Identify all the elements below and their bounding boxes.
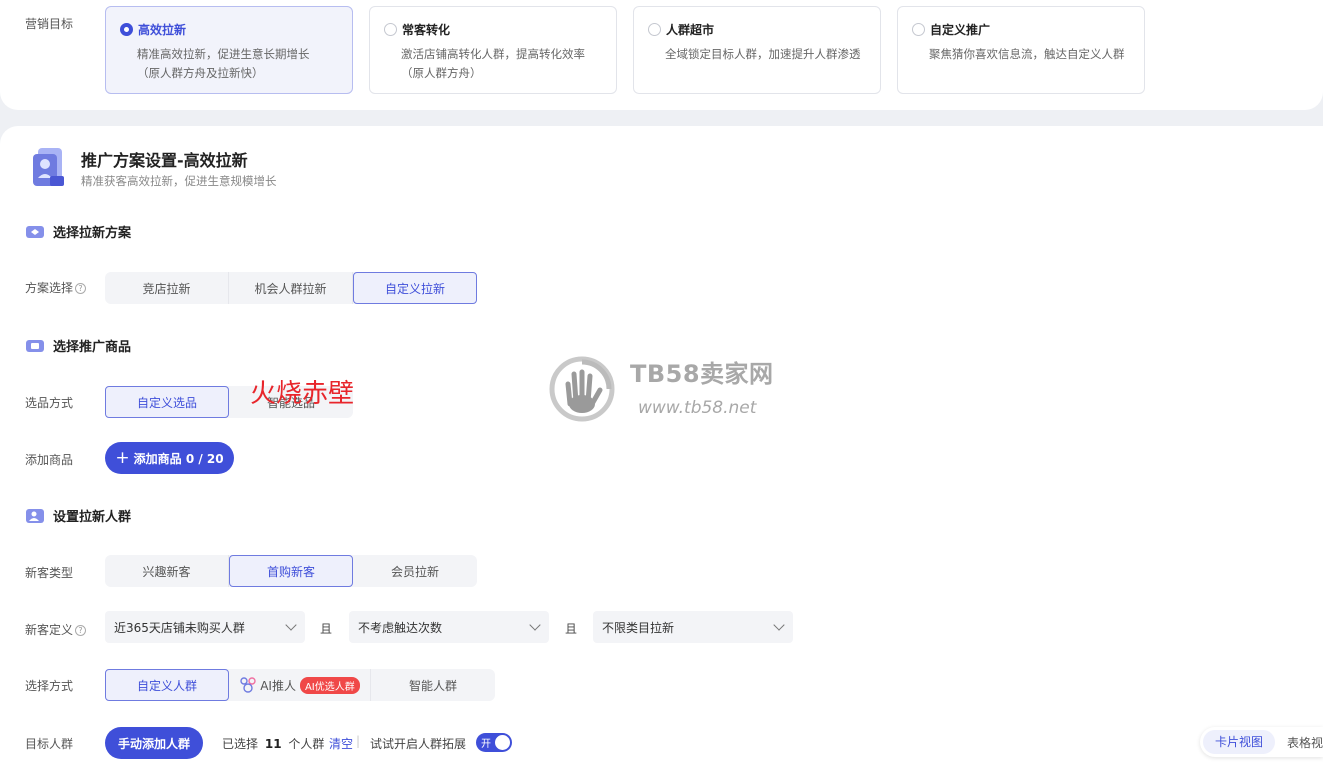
- definition-select-period[interactable]: 近365天店铺未购买人群: [105, 611, 305, 643]
- method-option-smart[interactable]: 智能人群: [371, 669, 495, 701]
- radio-selected-icon[interactable]: [120, 23, 133, 36]
- goal-desc-note: （原人群方舟及拉新快）: [137, 66, 264, 80]
- and-connector: 且: [565, 622, 578, 636]
- type-option-first-purchase[interactable]: 首购新客: [229, 555, 353, 587]
- type-option-interest[interactable]: 兴趣新客: [105, 555, 229, 587]
- table-view-tab[interactable]: 表格视: [1275, 734, 1323, 751]
- customer-type-label: 新客类型: [25, 566, 74, 580]
- and-connector: 且: [320, 622, 333, 636]
- radio-icon[interactable]: [912, 23, 925, 36]
- marketing-goal-label: 营销目标: [25, 17, 74, 31]
- definition-select-category[interactable]: 不限类目拉新: [593, 611, 793, 643]
- goal-card-custom-promotion[interactable]: 自定义推广 聚焦猜你喜欢信息流，触达自定义人群: [897, 6, 1145, 94]
- plan-document-icon: [33, 148, 64, 186]
- help-icon[interactable]: ?: [75, 283, 87, 294]
- chevron-down-icon: [529, 619, 541, 631]
- definition-select-reach[interactable]: 不考虑触达次数: [349, 611, 549, 643]
- watermark: TB58卖家网 www.tb58.net: [548, 354, 788, 424]
- card-view-tab[interactable]: 卡片视图: [1203, 730, 1276, 754]
- watermark-name: TB58卖家网: [630, 360, 774, 388]
- section-title: 选择推广商品: [53, 340, 132, 355]
- method-option-custom[interactable]: 自定义人群: [105, 669, 229, 701]
- add-product-label: 添加商品: [25, 453, 74, 467]
- hand-logo-icon: [549, 356, 615, 422]
- goal-title: 人群超市: [666, 23, 715, 37]
- clear-link[interactable]: 清空: [329, 735, 353, 752]
- ticket-icon: [26, 225, 44, 238]
- page-subtitle: 精准获客高效拉新，促进生意规模增长: [81, 174, 277, 188]
- expand-audience-toggle[interactable]: 开: [476, 733, 512, 752]
- goal-desc: 全域锁定目标人群，加速提升人群渗透: [665, 47, 861, 61]
- watermark-url: www.tb58.net: [638, 398, 757, 418]
- section-header-scheme: 选择拉新方案: [25, 222, 131, 241]
- chevron-down-icon: [773, 619, 785, 631]
- type-option-member[interactable]: 会员拉新: [353, 555, 477, 587]
- goal-card-efficient-acquisition[interactable]: 高效拉新 精准高效拉新，促进生意长期增长 （原人群方舟及拉新快）: [105, 6, 353, 94]
- pick-option-custom[interactable]: 自定义选品: [105, 386, 229, 418]
- add-product-button[interactable]: + 添加商品 0 / 20: [105, 442, 234, 474]
- scheme-option-opportunity[interactable]: 机会人群拉新: [229, 272, 353, 304]
- goal-card-regular-conversion[interactable]: 常客转化 激活店铺高转化人群，提高转化效率 （原人群方舟）: [369, 6, 617, 94]
- goal-desc: 聚焦猜你喜欢信息流，触达自定义人群: [929, 47, 1125, 61]
- section-header-audience: 设置拉新人群: [25, 506, 131, 525]
- selected-summary: 已选择 11 个人群: [222, 737, 325, 751]
- pick-method-label: 选品方式: [25, 396, 74, 410]
- target-audience-label: 目标人群: [25, 737, 74, 751]
- scheme-label: 方案选择?: [25, 279, 87, 296]
- goal-card-crowd-market[interactable]: 人群超市 全域锁定目标人群，加速提升人群渗透: [633, 6, 881, 94]
- select-method-label: 选择方式: [25, 679, 74, 693]
- select-method-selector: 自定义人群 AI推人 AI优选人群 智能人群: [105, 669, 495, 701]
- product-icon: [26, 339, 44, 352]
- view-switch: 卡片视图 表格视: [1200, 727, 1323, 757]
- section-title: 设置拉新人群: [53, 510, 132, 525]
- radio-icon[interactable]: [384, 23, 397, 36]
- ai-badge: AI优选人群: [299, 676, 360, 694]
- goal-title: 常客转化: [402, 23, 451, 37]
- plus-icon: +: [115, 448, 130, 468]
- goal-title: 自定义推广: [930, 23, 991, 37]
- manual-add-audience-button[interactable]: 手动添加人群: [105, 727, 203, 759]
- page-title: 推广方案设置-高效拉新: [81, 151, 248, 170]
- goal-desc: 激活店铺高转化人群，提高转化效率: [401, 47, 585, 61]
- goal-desc: 精准高效拉新，促进生意长期增长: [137, 47, 310, 61]
- scheme-option-custom[interactable]: 自定义拉新: [353, 272, 477, 304]
- goal-title: 高效拉新: [138, 23, 187, 37]
- section-header-products: 选择推广商品: [25, 336, 131, 355]
- radio-icon[interactable]: [648, 23, 661, 36]
- divider: |: [356, 734, 361, 748]
- method-ai-label: AI推人: [260, 678, 296, 693]
- chevron-down-icon: [285, 619, 297, 631]
- scheme-selector: 竞店拉新 机会人群拉新 自定义拉新: [105, 272, 477, 304]
- help-icon[interactable]: ?: [75, 625, 87, 636]
- add-product-button-label: 添加商品 0 / 20: [133, 451, 224, 466]
- method-option-ai[interactable]: AI推人 AI优选人群: [229, 669, 371, 701]
- selected-count: 11: [264, 737, 282, 751]
- audience-icon: [26, 508, 44, 523]
- overlay-stamp-text: 火烧赤壁: [250, 379, 355, 409]
- ai-robot-icon: [240, 677, 256, 693]
- scheme-option-competitor[interactable]: 竞店拉新: [105, 272, 229, 304]
- section-title: 选择拉新方案: [53, 226, 132, 241]
- goal-desc-note: （原人群方舟）: [401, 66, 482, 80]
- expand-audience-label: 试试开启人群拓展: [370, 737, 467, 751]
- customer-definition-label: 新客定义?: [25, 621, 87, 638]
- customer-type-selector: 兴趣新客 首购新客 会员拉新: [105, 555, 477, 587]
